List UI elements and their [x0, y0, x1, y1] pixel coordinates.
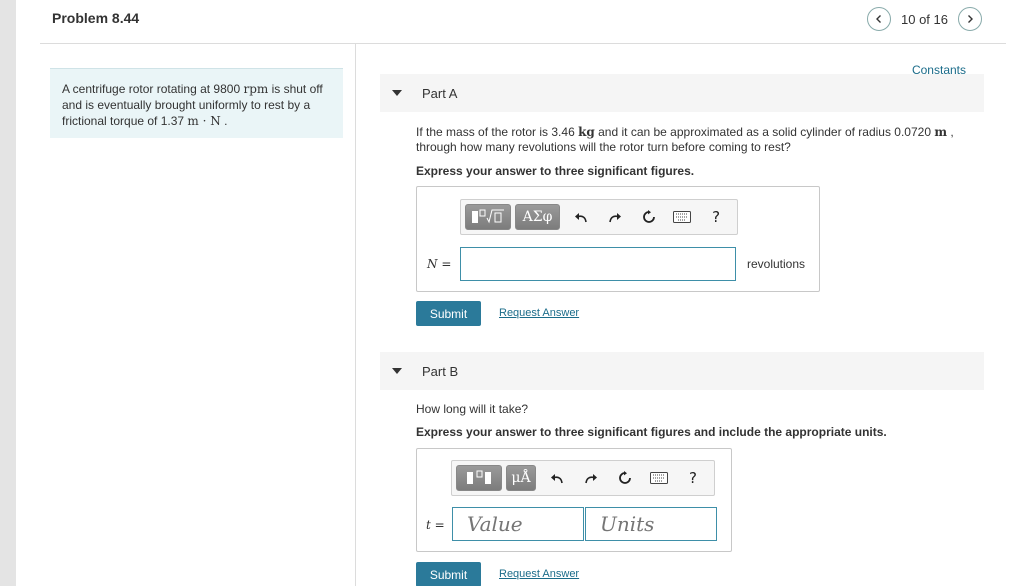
variable-n: N [427, 257, 438, 271]
chevron-left-icon [876, 15, 881, 23]
problem-statement: A centrifuge rotor rotating at 9800 rpm … [50, 68, 343, 138]
part-b-label: Part B [422, 363, 459, 379]
part-a-request-answer-link[interactable]: Request Answer [499, 307, 579, 319]
problem-text-1: A centrifuge rotor rotating at 9800 [62, 82, 244, 96]
unit-m: m [934, 125, 948, 139]
part-b-units-input[interactable] [585, 507, 717, 541]
part-b-variable-label: t = [426, 518, 445, 532]
equals-sign: = [430, 518, 445, 532]
part-a-answer-box: ΑΣφ ? N = revolutions [416, 186, 820, 292]
part-a-question-2: and it can be approximated as a solid cy… [594, 125, 935, 139]
part-a-math-toolbar: ΑΣφ ? [460, 199, 738, 235]
collapse-caret-icon [392, 368, 402, 374]
part-a-answer-input[interactable] [460, 247, 736, 281]
unit-kg: kg [578, 125, 595, 139]
part-a-instruction: Express your answer to three significant… [416, 164, 695, 178]
part-a-label: Part A [422, 85, 458, 101]
help-icon[interactable]: ? [699, 203, 733, 231]
part-a-question: If the mass of the rotor is 3.46 kg and … [416, 125, 986, 155]
templates-icon [471, 209, 504, 224]
help-icon[interactable]: ? [676, 464, 710, 492]
greek-symbols-button[interactable]: ΑΣφ [514, 204, 561, 230]
redo-icon[interactable] [574, 464, 608, 492]
units-templates-button[interactable] [456, 465, 502, 491]
previous-problem-button[interactable] [867, 7, 891, 31]
part-a-units-text: revolutions [747, 257, 806, 271]
part-b-question: How long will it take? [416, 402, 529, 416]
reset-icon[interactable] [608, 464, 642, 492]
unit-torque: m · N [187, 114, 221, 128]
keyboard-icon[interactable] [642, 464, 676, 492]
next-problem-button[interactable] [958, 7, 982, 31]
collapse-caret-icon [392, 90, 402, 96]
units-template-icon [467, 470, 491, 484]
part-b-submit-button[interactable]: Submit [416, 562, 481, 586]
part-a-submit-button[interactable]: Submit [416, 301, 481, 326]
part-b-request-answer-link[interactable]: Request Answer [499, 568, 579, 580]
undo-icon[interactable] [540, 464, 574, 492]
reset-icon[interactable] [632, 203, 666, 231]
part-b-instruction: Express your answer to three significant… [416, 425, 887, 439]
problem-text-3: . [220, 114, 228, 128]
units-symbols-button[interactable]: μÅ [506, 465, 536, 491]
undo-icon[interactable] [564, 203, 598, 231]
top-bar: Problem 8.44 10 of 16 [40, 0, 1006, 44]
part-a-header[interactable]: Part A [380, 74, 984, 112]
problem-navigation: 10 of 16 [867, 7, 982, 31]
part-b-answer-box: μÅ ? t = [416, 448, 732, 552]
column-divider [355, 44, 356, 586]
unit-rpm: rpm [243, 82, 269, 96]
problem-counter: 10 of 16 [901, 11, 948, 27]
part-b-math-toolbar: μÅ ? [451, 460, 715, 496]
redo-icon[interactable] [598, 203, 632, 231]
part-a-variable-label: N = [427, 257, 451, 271]
part-a-question-1: If the mass of the rotor is 3.46 [416, 125, 579, 139]
left-sidebar-strip [0, 0, 16, 586]
keyboard-icon[interactable] [666, 203, 700, 231]
chevron-right-icon [968, 15, 973, 23]
equals-sign: = [437, 257, 452, 271]
problem-title: Problem 8.44 [52, 10, 140, 26]
templates-button[interactable] [465, 204, 511, 230]
part-b-value-input[interactable] [452, 507, 584, 541]
part-b-header[interactable]: Part B [380, 352, 984, 390]
